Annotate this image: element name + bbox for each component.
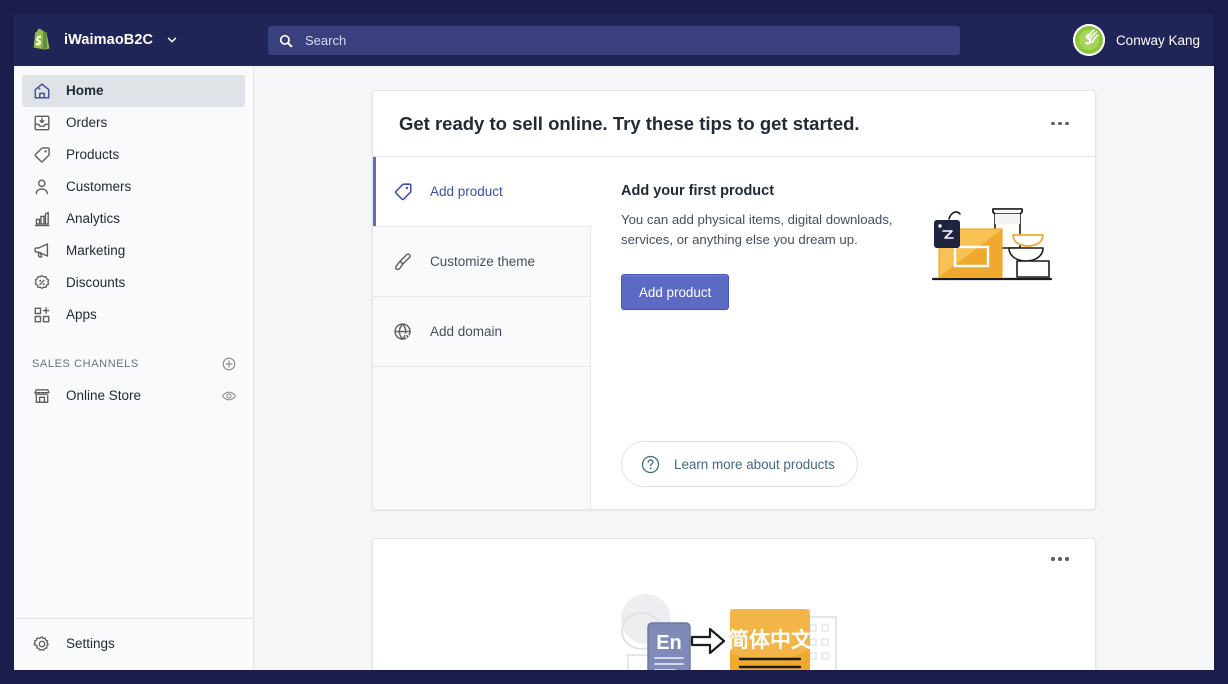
store-name: iWaimaoB2C xyxy=(64,32,154,48)
sidebar-item-products[interactable]: Products xyxy=(22,139,245,171)
kebab-menu-icon[interactable] xyxy=(1045,546,1075,572)
sidebar-item-label: Customers xyxy=(66,179,132,195)
user-name: Conway Kang xyxy=(1115,32,1200,48)
translate-en-to-chinese-illustration: En 简体中文 xyxy=(620,594,837,670)
sidebar-item-analytics[interactable]: Analytics xyxy=(22,203,245,235)
page-title: Get ready to sell online. Try these tips… xyxy=(399,112,860,134)
product-box-illustration xyxy=(931,208,1053,281)
sidebar-item-orders[interactable]: Orders xyxy=(22,107,245,139)
task-item-add-domain[interactable]: Add domain xyxy=(373,297,590,367)
main-content: Get ready to sell online. Try these tips… xyxy=(254,66,1214,670)
task-detail-text: Add your first product You can add physi… xyxy=(621,183,921,311)
settings-section: Settings xyxy=(14,618,253,670)
sidebar-item-apps[interactable]: Apps xyxy=(22,299,245,331)
discounts-percent-icon xyxy=(34,274,50,290)
store-switcher[interactable]: iWaimaoB2C xyxy=(14,27,254,53)
sidebar-item-customers[interactable]: Customers xyxy=(22,171,245,203)
top-bar: iWaimaoB2C Search Conway Kang xyxy=(14,14,1214,66)
translation-card-body: En 简体中文 xyxy=(373,579,1095,670)
task-detail-title: Add your first product xyxy=(621,183,775,199)
globe-cursor-icon xyxy=(394,322,411,340)
learn-more-button[interactable]: Learn more about products xyxy=(621,441,858,487)
search-input[interactable] xyxy=(305,26,950,55)
task-item-add-product[interactable]: Add product xyxy=(373,157,591,227)
svg-text:En: En xyxy=(656,632,682,654)
task-list: Add product Customize theme Add domain xyxy=(373,157,591,509)
onboarding-card: Get ready to sell online. Try these tips… xyxy=(372,90,1096,510)
admin-app: iWaimaoB2C Search Conway Kang Home Order… xyxy=(14,14,1214,670)
sidebar: Home Orders Products Customers Analytics… xyxy=(14,66,254,670)
app-body: Home Orders Products Customers Analytics… xyxy=(14,66,1214,670)
chevron-down-icon xyxy=(167,37,177,43)
orders-icon xyxy=(34,115,50,131)
sidebar-item-label: Marketing xyxy=(66,243,126,259)
sidebar-item-label: Orders xyxy=(66,115,108,131)
avatar xyxy=(1072,24,1105,56)
sidebar-item-marketing[interactable]: Marketing xyxy=(22,235,245,267)
task-item-label: Add domain xyxy=(430,324,503,339)
sidebar-item-label: Settings xyxy=(66,636,115,652)
eye-icon[interactable] xyxy=(221,388,237,404)
products-tag-icon xyxy=(34,147,50,163)
customers-icon xyxy=(35,179,48,195)
kebab-menu-icon[interactable] xyxy=(1045,111,1075,137)
sales-channels-title: SALES CHANNELS xyxy=(32,358,139,370)
search-bar[interactable] xyxy=(268,26,960,55)
apps-grid-plus-icon xyxy=(34,307,50,323)
task-item-customize-theme[interactable]: Customize theme xyxy=(373,227,590,297)
home-icon xyxy=(34,83,50,99)
plus-circle-icon[interactable] xyxy=(221,356,237,372)
svg-text:简体中文: 简体中文 xyxy=(728,628,813,652)
paintbrush-icon xyxy=(394,252,411,270)
onboarding-card-body: Add product Customize theme Add domain A… xyxy=(373,157,1095,509)
translation-card-header xyxy=(373,539,1095,579)
sidebar-nav-list: Home Orders Products Customers Analytics… xyxy=(14,75,253,331)
task-item-label: Customize theme xyxy=(430,254,536,269)
translation-card: En 简体中文 xyxy=(372,538,1096,670)
sidebar-item-label: Apps xyxy=(66,307,97,323)
marketing-megaphone-icon xyxy=(34,243,49,258)
sidebar-item-label: Online Store xyxy=(66,388,142,404)
question-circle-icon xyxy=(641,455,660,473)
task-detail-description: You can add physical items, digital down… xyxy=(621,212,893,247)
sidebar-item-online-store[interactable]: Online Store xyxy=(22,380,245,412)
sidebar-item-label: Analytics xyxy=(66,211,121,227)
learn-more-label: Learn more about products xyxy=(674,456,835,472)
tag-icon xyxy=(394,182,412,200)
task-detail-top: Add your first product You can add physi… xyxy=(621,183,1071,311)
storefront-icon xyxy=(34,389,50,403)
sidebar-item-label: Products xyxy=(66,147,120,163)
sidebar-item-label: Home xyxy=(66,83,104,99)
sales-channels-header: SALES CHANNELS xyxy=(22,348,245,380)
task-item-label: Add product xyxy=(430,184,503,199)
task-detail-panel: Add your first product You can add physi… xyxy=(591,157,1095,509)
shopify-bag-logo xyxy=(33,28,50,50)
onboarding-card-header: Get ready to sell online. Try these tips… xyxy=(373,91,1095,157)
search-icon xyxy=(279,34,293,47)
sidebar-item-settings[interactable]: Settings xyxy=(22,628,245,660)
sidebar-item-label: Discounts xyxy=(66,275,126,291)
user-menu[interactable]: Conway Kang xyxy=(1072,14,1200,66)
add-product-button[interactable]: Add product xyxy=(621,274,730,311)
gear-icon xyxy=(33,636,49,651)
sidebar-item-discounts[interactable]: Discounts xyxy=(22,267,245,299)
analytics-bar-chart-icon xyxy=(34,211,50,227)
sidebar-item-home[interactable]: Home xyxy=(22,75,245,107)
